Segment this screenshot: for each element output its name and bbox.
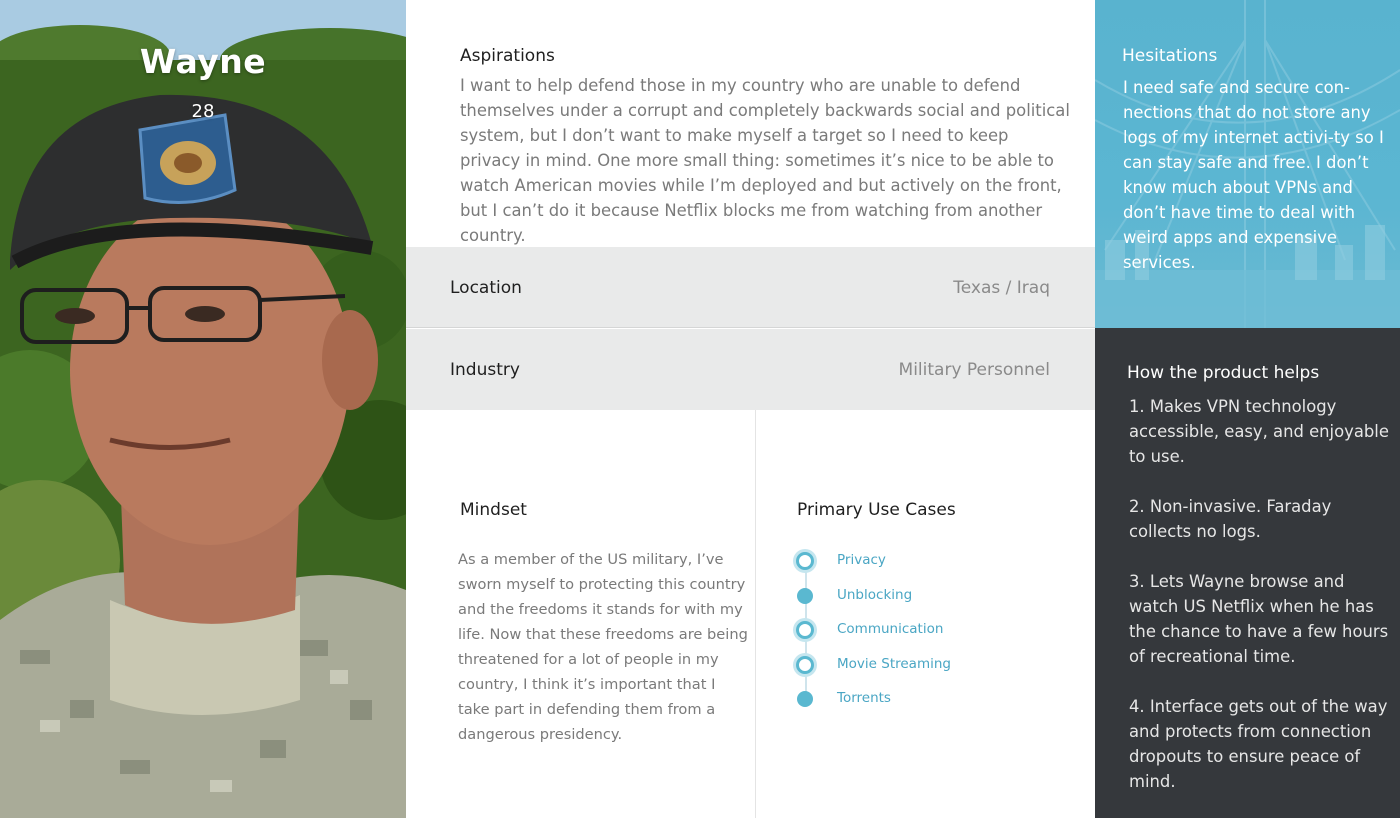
aspirations-text: I want to help defend those in my countr… (460, 76, 1070, 245)
use-case-label: Unblocking (837, 587, 913, 603)
use-case-item: Privacy (792, 548, 1072, 574)
use-case-item: Torrents (792, 686, 1072, 712)
location-value: Texas / Iraq (953, 278, 1050, 298)
product-helps-title: How the product helps (1127, 363, 1320, 383)
persona-photo: Wayne 28 (0, 0, 406, 818)
ring-marker-icon (796, 656, 814, 674)
use-case-item: Movie Streaming (792, 652, 1072, 678)
product-help-item: 2. Non-invasive. Faraday collects no log… (1129, 497, 1332, 541)
use-case-label: Communication (837, 621, 944, 637)
hesitations-title: Hesitations (1122, 46, 1218, 66)
product-help-item: 4. Interface gets out of the way and pro… (1129, 697, 1388, 791)
product-help-item: 3. Lets Wayne browse and watch US Netfli… (1129, 572, 1389, 666)
persona-age: 28 (191, 101, 215, 122)
filled-marker-icon (797, 588, 813, 604)
aspirations-title: Aspirations (460, 46, 555, 66)
location-label: Location (450, 278, 522, 298)
use-case-item: Communication (792, 617, 1072, 643)
industry-value: Military Personnel (898, 360, 1050, 380)
mindset-text: As a member of the US military, I’ve swo… (458, 551, 748, 743)
use-cases-section: Primary Use Cases Privacy Unblocking Com… (756, 410, 1095, 818)
product-helps-section: How the product helps 1. Makes VPN techn… (1095, 328, 1400, 818)
industry-row: Industry Military Personnel (406, 329, 1095, 410)
hesitations-section: Hesitations I need safe and secure con-n… (1095, 0, 1400, 328)
product-helps-list: 1. Makes VPN technology accessible, easy… (1129, 394, 1391, 818)
use-case-label: Torrents (837, 690, 891, 706)
use-cases-title: Primary Use Cases (797, 500, 956, 520)
aspirations-section: Aspirations I want to help defend those … (406, 0, 1095, 247)
industry-label: Industry (450, 360, 520, 380)
use-case-label: Movie Streaming (837, 656, 951, 672)
ring-marker-icon (796, 552, 814, 570)
location-row: Location Texas / Iraq (406, 247, 1095, 328)
filled-marker-icon (797, 691, 813, 707)
mindset-title: Mindset (460, 500, 527, 520)
persona-name: Wayne (139, 42, 267, 81)
product-help-item: 1. Makes VPN technology accessible, easy… (1129, 397, 1389, 466)
hesitations-text: I need safe and secure con-nections that… (1123, 78, 1384, 272)
soldier-portrait-illustration (0, 0, 406, 818)
use-case-item: Unblocking (792, 583, 1072, 609)
use-case-label: Privacy (837, 552, 886, 568)
mindset-section: Mindset As a member of the US military, … (406, 410, 756, 818)
ring-marker-icon (796, 621, 814, 639)
